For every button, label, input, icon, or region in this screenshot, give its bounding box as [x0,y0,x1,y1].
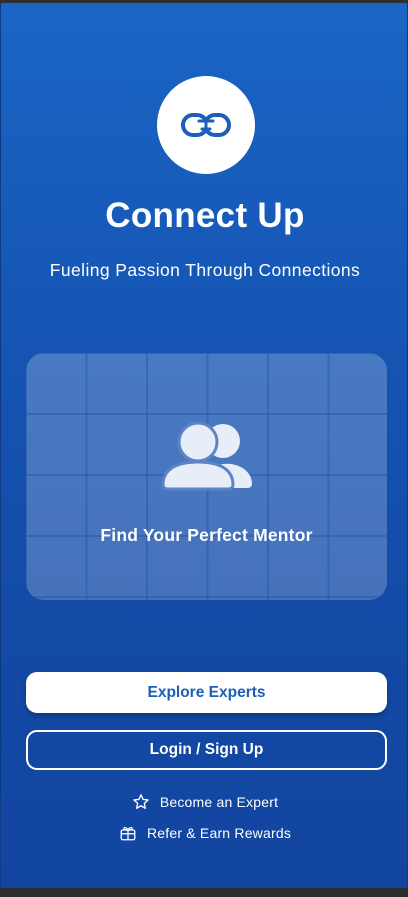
gift-icon [119,824,137,842]
become-expert-label: Become an Expert [159,794,279,810]
hero-label: Find Your Perfect Mentor [100,525,313,545]
app-title: Connect Up [105,196,305,235]
app-tagline: Fueling Passion Through Connections [49,260,361,280]
mentor-hero-card: Find Your Perfect Mentor [26,353,387,600]
users-icon [161,421,252,491]
star-icon [132,793,150,811]
refer-earn-label: Refer & Earn Rewards [146,825,292,841]
welcome-screen: Connect Up Fueling Passion Through Conne… [0,3,408,888]
app-logo [157,76,255,174]
explore-experts-button[interactable]: Explore Experts [26,672,387,713]
login-signup-button[interactable]: Login / Sign Up [26,730,387,770]
bottom-bar [0,888,408,897]
become-expert-link[interactable]: Become an Expert [1,792,407,812]
refer-earn-link[interactable]: Refer & Earn Rewards [1,823,407,843]
chain-link-icon [181,113,231,137]
